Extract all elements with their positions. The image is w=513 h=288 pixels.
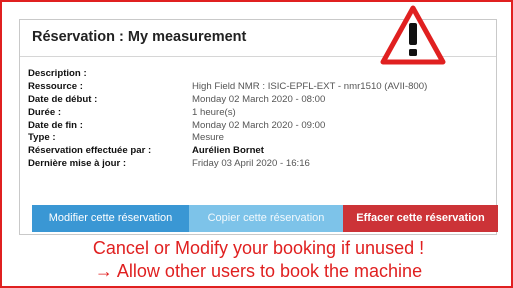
detail-label: Durée : xyxy=(28,106,62,118)
detail-value: Mesure xyxy=(192,132,224,144)
detail-label: Ressource : xyxy=(28,80,83,92)
annotation-frame: Réservation : My measurement Description… xyxy=(0,0,513,288)
detail-row-duration: Durée : 1 heure(s) xyxy=(28,107,494,120)
modify-reservation-button[interactable]: Modifier cette réservation xyxy=(32,205,189,232)
detail-label: Date de fin : xyxy=(28,119,83,131)
delete-reservation-button[interactable]: Effacer cette réservation xyxy=(343,205,498,232)
warning-triangle-icon xyxy=(380,5,446,65)
detail-row-last-update: Dernière mise à jour : Friday 03 April 2… xyxy=(28,158,494,171)
detail-label: Dernière mise à jour : xyxy=(28,158,127,170)
allow-others-note: → Allow other users to book the machine xyxy=(94,261,423,281)
detail-row-end-date: Date de fin : Monday 02 March 2020 - 09:… xyxy=(28,120,494,133)
detail-value: Aurélien Bornet xyxy=(192,145,264,157)
detail-row-booked-by: Réservation effectuée par : Aurélien Bor… xyxy=(28,145,494,158)
detail-label: Date de début : xyxy=(28,93,98,105)
detail-label: Type : xyxy=(28,132,56,144)
detail-row-resource: Ressource : High Field NMR : ISIC-EPFL-E… xyxy=(28,81,494,94)
page-title: Réservation : My measurement xyxy=(32,29,247,45)
detail-value: High Field NMR : ISIC-EPFL-EXT - nmr1510… xyxy=(192,80,428,92)
detail-value: 1 heure(s) xyxy=(192,106,236,118)
detail-label: Description : xyxy=(28,68,87,79)
detail-row-type: Type : Mesure xyxy=(28,132,494,145)
detail-row-description: Description : xyxy=(28,68,494,81)
unused-booking-note: Cancel or Modify your booking if unused … xyxy=(92,238,425,258)
copy-reservation-button[interactable]: Copier cette réservation xyxy=(189,205,343,232)
detail-value: Monday 02 March 2020 - 08:00 xyxy=(192,93,326,105)
detail-row-start-date: Date de début : Monday 02 March 2020 - 0… xyxy=(28,94,494,107)
detail-label: Réservation effectuée par : xyxy=(28,145,152,157)
detail-value: Friday 03 April 2020 - 16:16 xyxy=(192,158,310,170)
action-buttons: Modifier cette réservation Copier cette … xyxy=(32,205,498,232)
reservation-details: Description : Ressource : High Field NMR… xyxy=(28,68,494,171)
detail-value: Monday 02 March 2020 - 09:00 xyxy=(192,119,326,131)
